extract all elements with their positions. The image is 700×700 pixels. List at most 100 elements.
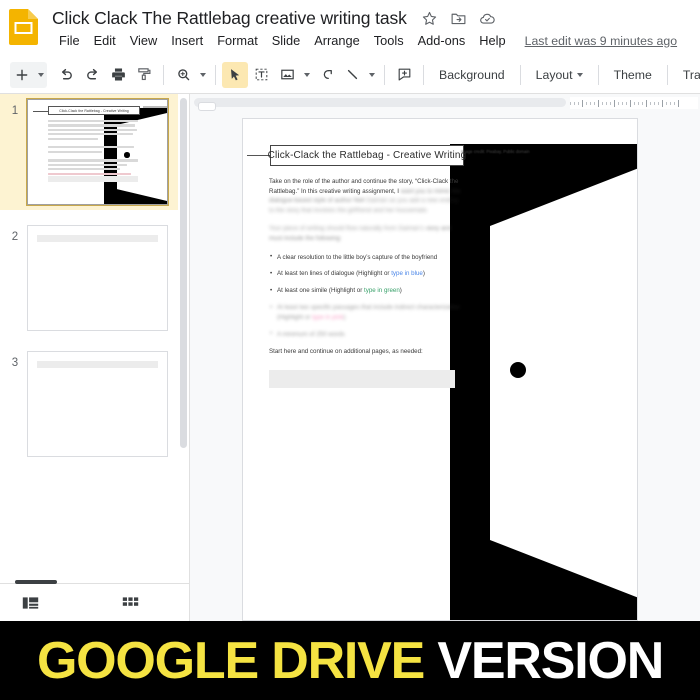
open-door-illustration[interactable] (450, 144, 637, 620)
redo-button[interactable] (79, 62, 105, 88)
view-indicator-bar (15, 580, 57, 584)
new-slide-dropdown[interactable] (34, 61, 47, 88)
insert-image-button[interactable] (274, 62, 300, 88)
menu-view[interactable]: View (123, 31, 165, 50)
active-slide[interactable]: Click-Clack the Rattlebag - Creative Wri… (242, 118, 638, 621)
filmstrip-slide-3[interactable]: 3 (0, 346, 178, 462)
bullet-item: At least ten lines of dialogue (Highligh… (269, 269, 465, 279)
bullet-text-before: At least one simile (Highlight or (277, 287, 365, 295)
add-comment-button[interactable] (391, 62, 417, 88)
shape-button[interactable] (313, 62, 339, 88)
bullet-text-after: ) (399, 287, 402, 295)
print-button[interactable] (105, 62, 131, 88)
google-slides-logo[interactable] (9, 9, 38, 45)
filmstrip-scrollbar[interactable] (180, 98, 187, 448)
thumbnail-placeholder (37, 235, 158, 242)
line-button[interactable] (339, 62, 365, 88)
redo-icon (86, 68, 97, 80)
title-action-icons (421, 10, 496, 27)
star-icon[interactable] (421, 10, 438, 27)
banner-text-secondary: VERSION (437, 631, 664, 690)
thumbnail-placeholder (37, 361, 158, 368)
menu-slide[interactable]: Slide (265, 31, 307, 50)
thumbnail-credit (143, 106, 167, 108)
filmstrip-slide-1[interactable]: 1 Click-Clack the Rattlebag - Creative W… (0, 94, 178, 210)
door-panel (490, 168, 637, 598)
chevron-down-icon (368, 72, 375, 77)
bullet-text-after: ) (343, 313, 346, 321)
select-tool-button[interactable] (222, 61, 248, 88)
door-knob (510, 362, 526, 378)
bullet-text: A clear resolution to the little boy’s c… (277, 253, 438, 261)
slide-number: 3 (11, 357, 19, 369)
image-dropdown[interactable] (300, 62, 313, 88)
menu-bar: File Edit View Insert Format Slide Arran… (52, 31, 677, 50)
new-slide-button[interactable] (10, 61, 34, 88)
bullet-text-before: At least ten lines of dialogue (Highligh… (277, 270, 392, 278)
filmstrip-bottom-bar (0, 580, 189, 621)
menu-edit[interactable]: Edit (87, 31, 123, 50)
menu-add-ons[interactable]: Add-ons (411, 31, 473, 50)
move-to-folder-icon[interactable] (450, 10, 467, 27)
thumbnail-body-lines (48, 120, 138, 181)
requirements-intro-blur-1: Your piece of writing should flow natura… (269, 225, 425, 233)
banner-text: GOOGLE DRIVE VERSION (36, 631, 664, 691)
menu-file[interactable]: File (52, 31, 87, 50)
answer-text-box[interactable] (269, 370, 455, 388)
bullet-text: A minimum of 250 words (277, 330, 345, 338)
page-title[interactable]: Click Clack The Rattlebag creative writi… (52, 8, 407, 29)
bullet-text-after: ) (422, 270, 425, 278)
bullet-item: At least one simile (Highlight or type i… (269, 286, 465, 296)
undo-button[interactable] (53, 62, 79, 88)
menu-tools[interactable]: Tools (367, 31, 411, 50)
line-icon (347, 69, 357, 80)
zoom-icon (177, 69, 189, 81)
layout-button[interactable]: Layout (527, 64, 592, 86)
title-bar: Click Clack The Rattlebag creative writi… (0, 0, 700, 56)
horizontal-scrollbar-thumb[interactable] (198, 102, 216, 111)
banner-text-primary: GOOGLE DRIVE (36, 631, 425, 690)
slide-thumbnail[interactable] (27, 225, 168, 331)
slide-thumbnail[interactable]: Click-Clack the Rattlebag - Creative Wri… (27, 99, 168, 205)
slide-number: 1 (11, 105, 19, 117)
bullet-item: A minimum of 250 words (269, 329, 465, 339)
chevron-down-icon (199, 72, 206, 77)
document-title-row: Click Clack The Rattlebag creative writi… (52, 4, 496, 32)
add-comment-icon (398, 68, 410, 81)
zoom-dropdown[interactable] (196, 62, 209, 88)
menu-arrange[interactable]: Arrange (307, 31, 367, 50)
requirements-intro-paragraph: Your piece of writing should flow natura… (269, 224, 465, 243)
cloud-saved-icon[interactable] (479, 10, 496, 27)
bullet-text-before: At least two specific passages that incl… (277, 304, 460, 321)
undo-icon (61, 68, 72, 80)
slide-body[interactable]: Take on the role of the author and conti… (269, 177, 465, 356)
text-box-button[interactable] (248, 62, 274, 88)
filmstrip-view-button[interactable] (0, 596, 60, 610)
plus-icon (16, 69, 28, 80)
cursor-select-icon (231, 68, 240, 80)
menu-help[interactable]: Help (472, 31, 512, 50)
zoom-button[interactable] (170, 62, 196, 88)
filmstrip-slide-2[interactable]: 2 (0, 220, 178, 336)
paint-format-button[interactable] (131, 62, 157, 88)
menu-format[interactable]: Format (210, 31, 265, 50)
shape-icon (323, 69, 332, 80)
horizontal-scrollbar-track[interactable] (194, 98, 566, 111)
chevron-down-icon (303, 72, 310, 77)
slide-thumbnail[interactable] (27, 351, 168, 457)
toolbar: Background Layout Theme Transition (0, 56, 700, 94)
slide-title[interactable]: Click-Clack the Rattlebag - Creative Wri… (268, 145, 466, 166)
main-area: 1 Click-Clack the Rattlebag - Creative W… (0, 94, 700, 621)
theme-button[interactable]: Theme (605, 64, 661, 86)
transition-button[interactable]: Transition (674, 64, 700, 86)
last-edit-status[interactable]: Last edit was 9 minutes ago (525, 34, 677, 48)
grid-view-icon (122, 596, 138, 606)
menu-insert[interactable]: Insert (164, 31, 210, 50)
start-here-text: Start here and continue on additional pa… (269, 347, 423, 355)
image-credit: Image credit: Pixabay, Public domain (461, 149, 530, 154)
layout-label: Layout (535, 67, 573, 82)
line-dropdown[interactable] (365, 62, 378, 88)
background-button[interactable]: Background (430, 64, 514, 86)
grid-view-button[interactable] (100, 596, 160, 610)
banner-space (424, 632, 437, 690)
